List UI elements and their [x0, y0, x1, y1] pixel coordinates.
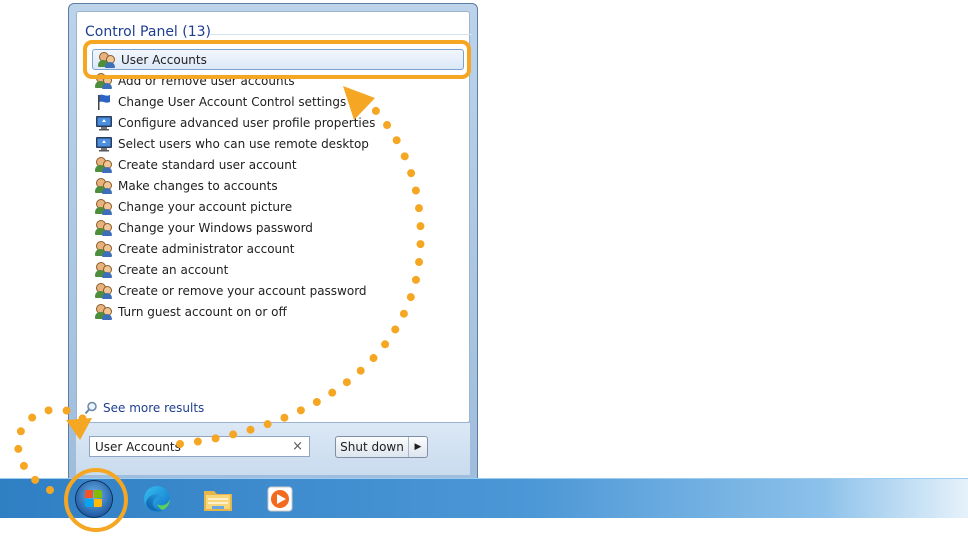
users-icon [95, 261, 113, 279]
result-label: Turn guest account on or off [118, 304, 287, 319]
result-create-remove-password[interactable]: Create or remove your account password [90, 280, 470, 301]
shut-down-label[interactable]: Shut down [336, 437, 409, 457]
result-add-remove-user-accounts[interactable]: Add or remove user accounts [90, 70, 470, 91]
result-label: Change User Account Control settings [118, 94, 347, 109]
result-label: Create an account [118, 262, 229, 277]
result-label: Create standard user account [118, 157, 297, 172]
result-create-account[interactable]: Create an account [90, 259, 470, 280]
users-icon [95, 282, 113, 300]
users-icon [95, 177, 113, 195]
group-divider [210, 34, 472, 35]
users-icon [95, 72, 113, 90]
chevron-right-icon[interactable]: ▶ [409, 437, 427, 457]
users-icon [95, 240, 113, 258]
result-change-account-picture[interactable]: Change your account picture [90, 196, 470, 217]
users-icon [95, 219, 113, 237]
start-orb[interactable] [76, 481, 112, 517]
result-user-accounts[interactable]: User Accounts [92, 49, 464, 70]
result-remote-desktop-users[interactable]: Select users who can use remote desktop [90, 133, 470, 154]
result-label: Add or remove user accounts [118, 73, 295, 88]
close-icon[interactable]: × [292, 439, 303, 454]
users-icon [98, 51, 116, 69]
result-advanced-profile[interactable]: Configure advanced user profile properti… [90, 112, 470, 133]
shut-down-button[interactable]: Shut down ▶ [335, 436, 428, 458]
search-input-value: User Accounts [95, 439, 181, 454]
users-icon [95, 156, 113, 174]
results-group-header[interactable]: Control Panel (13) [85, 24, 211, 40]
see-more-label: See more results [103, 401, 205, 415]
flag-icon [95, 93, 113, 111]
result-label: User Accounts [121, 52, 207, 67]
media-player-icon[interactable] [264, 483, 296, 515]
see-more-results-link[interactable]: See more results [84, 401, 204, 415]
result-label: Change your Windows password [118, 220, 313, 235]
edge-icon[interactable] [141, 483, 173, 515]
file-explorer-icon[interactable] [202, 483, 234, 515]
result-guest-account[interactable]: Turn guest account on or off [90, 301, 470, 322]
users-icon [95, 198, 113, 216]
result-create-admin-account[interactable]: Create administrator account [90, 238, 470, 259]
search-icon [84, 401, 97, 415]
result-change-windows-password[interactable]: Change your Windows password [90, 217, 470, 238]
windows-logo-icon [85, 490, 103, 508]
users-icon [95, 303, 113, 321]
result-label: Create administrator account [118, 241, 295, 256]
result-label: Create or remove your account password [118, 283, 367, 298]
result-create-standard-account[interactable]: Create standard user account [90, 154, 470, 175]
result-label: Make changes to accounts [118, 178, 278, 193]
search-input[interactable]: User Accounts × [89, 436, 310, 457]
monitor-icon [95, 135, 113, 153]
result-make-changes-accounts[interactable]: Make changes to accounts [90, 175, 470, 196]
result-change-uac-settings[interactable]: Change User Account Control settings [90, 91, 470, 112]
monitor-icon [95, 114, 113, 132]
result-label: Change your account picture [118, 199, 293, 214]
results-list: User Accounts Add or remove user account… [90, 49, 470, 322]
result-label: Select users who can use remote desktop [118, 136, 369, 151]
result-label: Configure advanced user profile properti… [118, 115, 376, 130]
